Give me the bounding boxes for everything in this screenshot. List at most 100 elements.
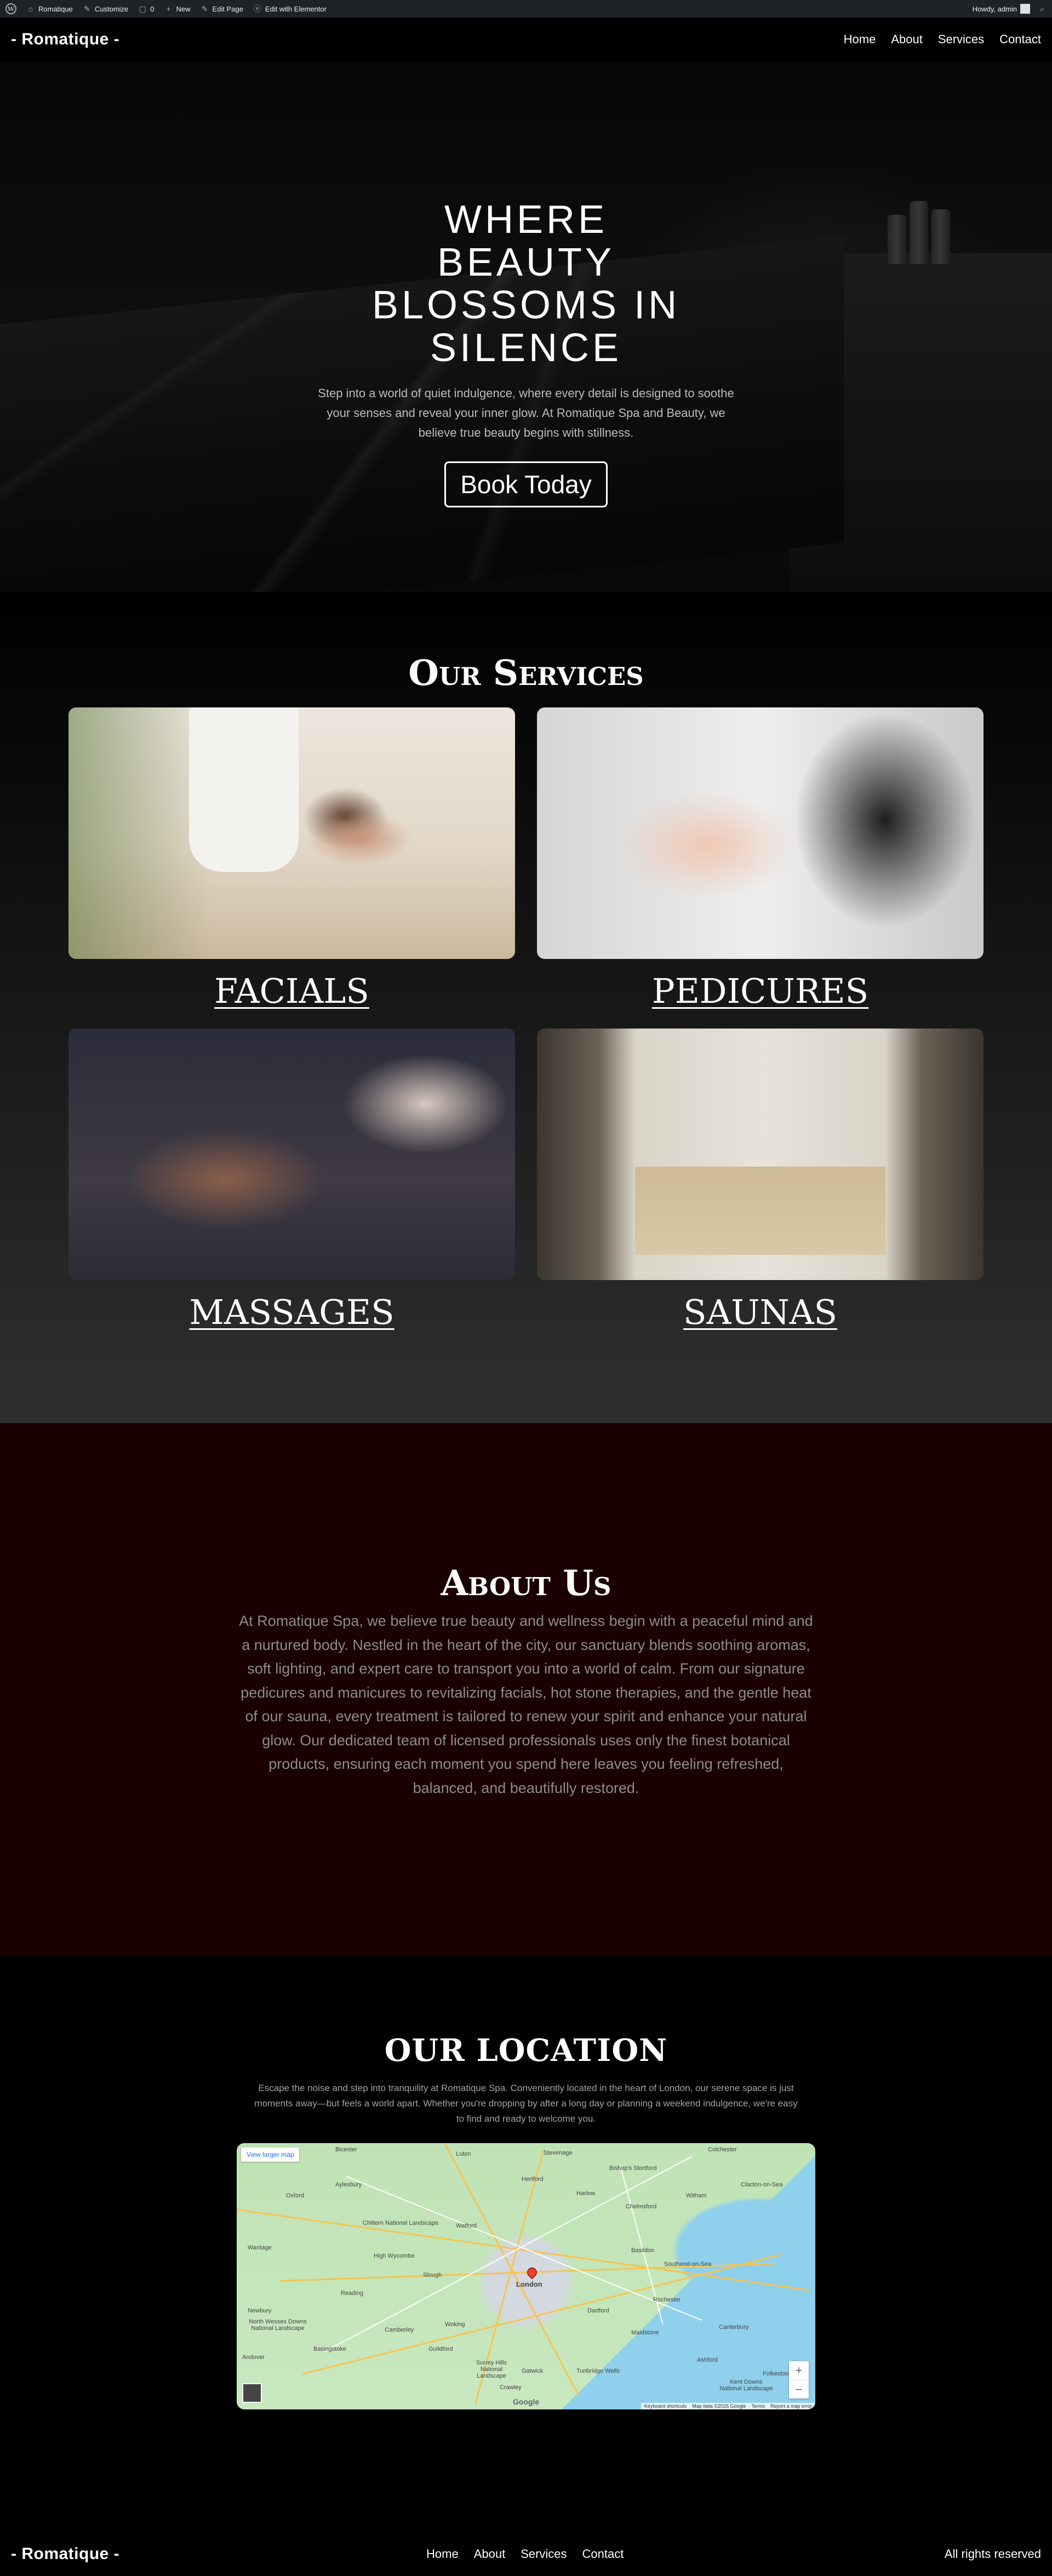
edit-page-link[interactable]: ✎ Edit Page <box>201 4 243 13</box>
edit-elementor-label: Edit with Elementor <box>265 4 327 13</box>
zoom-out-button[interactable]: − <box>789 2380 809 2398</box>
map-town: Surrey Hills National Landscape <box>476 2360 507 2379</box>
customize-link[interactable]: ✎ Customize <box>83 4 128 13</box>
map-data-label: Map data ©2025 Google <box>692 2403 746 2409</box>
map-attribution: Keyboard shortcuts Map data ©2025 Google… <box>641 2403 815 2409</box>
map-town: Stevenage <box>544 2150 573 2156</box>
hero-content: WHERE BEAUTY BLOSSOMS IN SILENCE Step in… <box>0 61 1052 507</box>
map-town: Oxford <box>286 2192 305 2199</box>
service-card-saunas: SAUNAS <box>537 1029 984 1339</box>
map-town: Rochester <box>653 2297 681 2303</box>
my-account-menu[interactable]: Howdy, admin <box>973 4 1030 14</box>
map-town: High Wycombe <box>374 2253 415 2259</box>
map-town: Folkestone <box>763 2371 792 2377</box>
service-card-facials: FACIALS <box>68 707 515 1018</box>
map-zoom-control: + − <box>789 2361 809 2398</box>
site-footer: - Romatique - Home About Services Contac… <box>0 2532 1052 2576</box>
services-title: Our Services <box>408 653 644 694</box>
paintbrush-icon: ✎ <box>84 4 90 13</box>
nav-contact[interactable]: Contact <box>999 32 1041 47</box>
map-town: North Wessex Downs National Landscape <box>249 2318 307 2332</box>
map-town: Slough <box>423 2272 442 2278</box>
nav-services[interactable]: Services <box>938 32 984 47</box>
footer-nav-contact[interactable]: Contact <box>582 2547 624 2561</box>
map-town: Witham <box>686 2192 707 2199</box>
map-town: Guildford <box>428 2346 453 2352</box>
map-pin-icon[interactable] <box>525 2265 539 2280</box>
keyboard-shortcuts-link[interactable]: Keyboard shortcuts <box>644 2403 687 2409</box>
pencil-icon: ✎ <box>201 4 208 13</box>
map-town: Crawley <box>500 2384 522 2391</box>
hero-title: WHERE BEAUTY BLOSSOMS IN SILENCE <box>371 198 681 370</box>
google-logo: Google <box>512 2397 540 2406</box>
facials-image <box>68 707 515 959</box>
new-content-menu[interactable]: + New <box>164 4 191 13</box>
site-name-menu[interactable]: ⌂ Romatique <box>26 4 73 13</box>
footer-nav-about[interactable]: About <box>474 2547 506 2561</box>
service-link-saunas[interactable]: SAUNAS <box>537 1292 984 1339</box>
about-section: About Us At Romatique Spa, we believe tr… <box>0 1423 1052 1956</box>
edit-elementor-link[interactable]: ⓔ Edit with Elementor <box>253 4 327 13</box>
map-town: Woking <box>445 2321 465 2328</box>
google-map[interactable]: Bicester Luton Stevenage Bishop's Stortf… <box>237 2143 815 2409</box>
map-town: Ashford <box>697 2357 718 2363</box>
site-logo[interactable]: - Romatique - <box>11 30 119 49</box>
book-today-button[interactable]: Book Today <box>444 461 608 507</box>
services-grid: FACIALS PEDICURES MASSAGES SAUNAS <box>68 707 984 1350</box>
footer-nav-home[interactable]: Home <box>426 2547 459 2561</box>
hero-text: Step into a world of quiet indulgence, w… <box>318 386 734 439</box>
street-view-pegman-icon[interactable] <box>242 2383 262 2403</box>
map-town: Luton <box>456 2151 471 2157</box>
report-error-link[interactable]: Report a map error <box>770 2403 812 2409</box>
map-town: Tunbridge Wells <box>576 2368 620 2374</box>
hero-section: WHERE BEAUTY BLOSSOMS IN SILENCE Step in… <box>0 61 1052 592</box>
search-icon[interactable]: ⌕ <box>1038 4 1047 13</box>
map-town: Hertford <box>522 2176 544 2183</box>
view-larger-map-link[interactable]: View larger map <box>241 2147 300 2162</box>
map-town: Andover <box>242 2354 265 2361</box>
about-text: At Romatique Spa, we believe true beauty… <box>239 1613 813 1796</box>
saunas-image <box>537 1029 984 1280</box>
map-town: Bicester <box>335 2146 357 2153</box>
comments-link[interactable]: ▢ 0 <box>138 4 155 13</box>
admin-bar: W ⌂ Romatique ✎ Customize ▢ 0 + New ✎ Edit Pa… <box>0 0 1052 18</box>
comments-count: 0 <box>150 4 155 13</box>
home-icon: ⌂ <box>28 4 33 13</box>
terms-link[interactable]: Terms <box>751 2403 765 2409</box>
avatar <box>1020 4 1030 14</box>
service-card-massages: MASSAGES <box>68 1029 515 1339</box>
service-link-facials[interactable]: FACIALS <box>68 971 515 1018</box>
site-header: - Romatique - Home About Services Contac… <box>0 18 1052 61</box>
services-section: Our Services FACIALS PEDICURES MASSAGES … <box>0 592 1052 1423</box>
footer-logo[interactable]: - Romatique - <box>11 2545 119 2563</box>
nav-about[interactable]: About <box>891 32 923 47</box>
howdy-label: Howdy, admin <box>972 4 1017 13</box>
map-town: Bishop's Stortford <box>609 2165 657 2172</box>
map-town: Southend-on-Sea <box>664 2261 712 2267</box>
wordpress-icon: W <box>5 3 16 14</box>
map-town: Dartford <box>587 2307 609 2314</box>
location-title: OUR LOCATION <box>384 2032 668 2069</box>
zoom-in-button[interactable]: + <box>789 2361 809 2380</box>
map-town: Basildon <box>631 2247 655 2254</box>
map-town: Newbury <box>248 2307 272 2314</box>
service-link-massages[interactable]: MASSAGES <box>68 1292 515 1339</box>
map-town: Reading <box>341 2290 363 2297</box>
site-name-label: Romatique <box>38 4 73 13</box>
wp-logo-menu[interactable]: W <box>5 3 16 14</box>
map-town: Watford <box>456 2223 477 2229</box>
map-town: Harlow <box>576 2190 596 2197</box>
service-link-pedicures[interactable]: PEDICURES <box>537 971 984 1018</box>
map-town: Basingstoke <box>313 2346 346 2352</box>
new-label: New <box>176 4 191 13</box>
pedicures-image <box>537 707 984 959</box>
map-town: Canterbury <box>719 2324 749 2331</box>
main-nav: Home About Services Contact <box>844 32 1041 47</box>
edit-page-label: Edit Page <box>212 4 243 13</box>
map-town: Colchester <box>708 2146 737 2153</box>
footer-nav-services[interactable]: Services <box>521 2547 567 2561</box>
location-section: OUR LOCATION Escape the noise and step i… <box>0 1956 1052 2532</box>
nav-home[interactable]: Home <box>844 32 876 47</box>
map-town: Clacton-on-Sea <box>741 2181 783 2188</box>
service-card-pedicures: PEDICURES <box>537 707 984 1018</box>
